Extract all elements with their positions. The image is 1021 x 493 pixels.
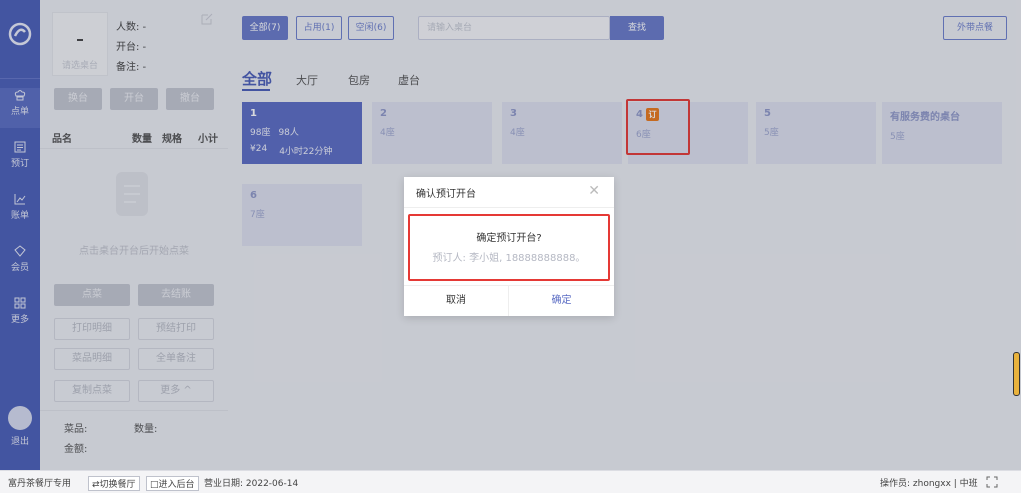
shop-name: 富丹茶餐厅专用 (8, 479, 72, 489)
dialog-title: 确认预订开台 (416, 189, 476, 200)
operator-info: 操作员: zhongxx | 中班 (880, 479, 978, 489)
business-date: 营业日期: 2022-06-14 (204, 479, 299, 489)
scroll-handle[interactable] (1013, 352, 1020, 396)
highlight-box (408, 214, 610, 281)
confirm-button[interactable]: 确定 (509, 285, 614, 316)
status-bar: 富丹茶餐厅专用 ⇄切换餐厅 □进入后台 营业日期: 2022-06-14 操作员… (0, 470, 1021, 493)
switch-restaurant-button[interactable]: ⇄切换餐厅 (88, 476, 140, 491)
enter-backend-button[interactable]: □进入后台 (146, 476, 199, 491)
cancel-button[interactable]: 取消 (404, 285, 508, 316)
fullscreen-icon[interactable] (986, 476, 998, 488)
close-icon[interactable]: ✕ (588, 183, 600, 199)
